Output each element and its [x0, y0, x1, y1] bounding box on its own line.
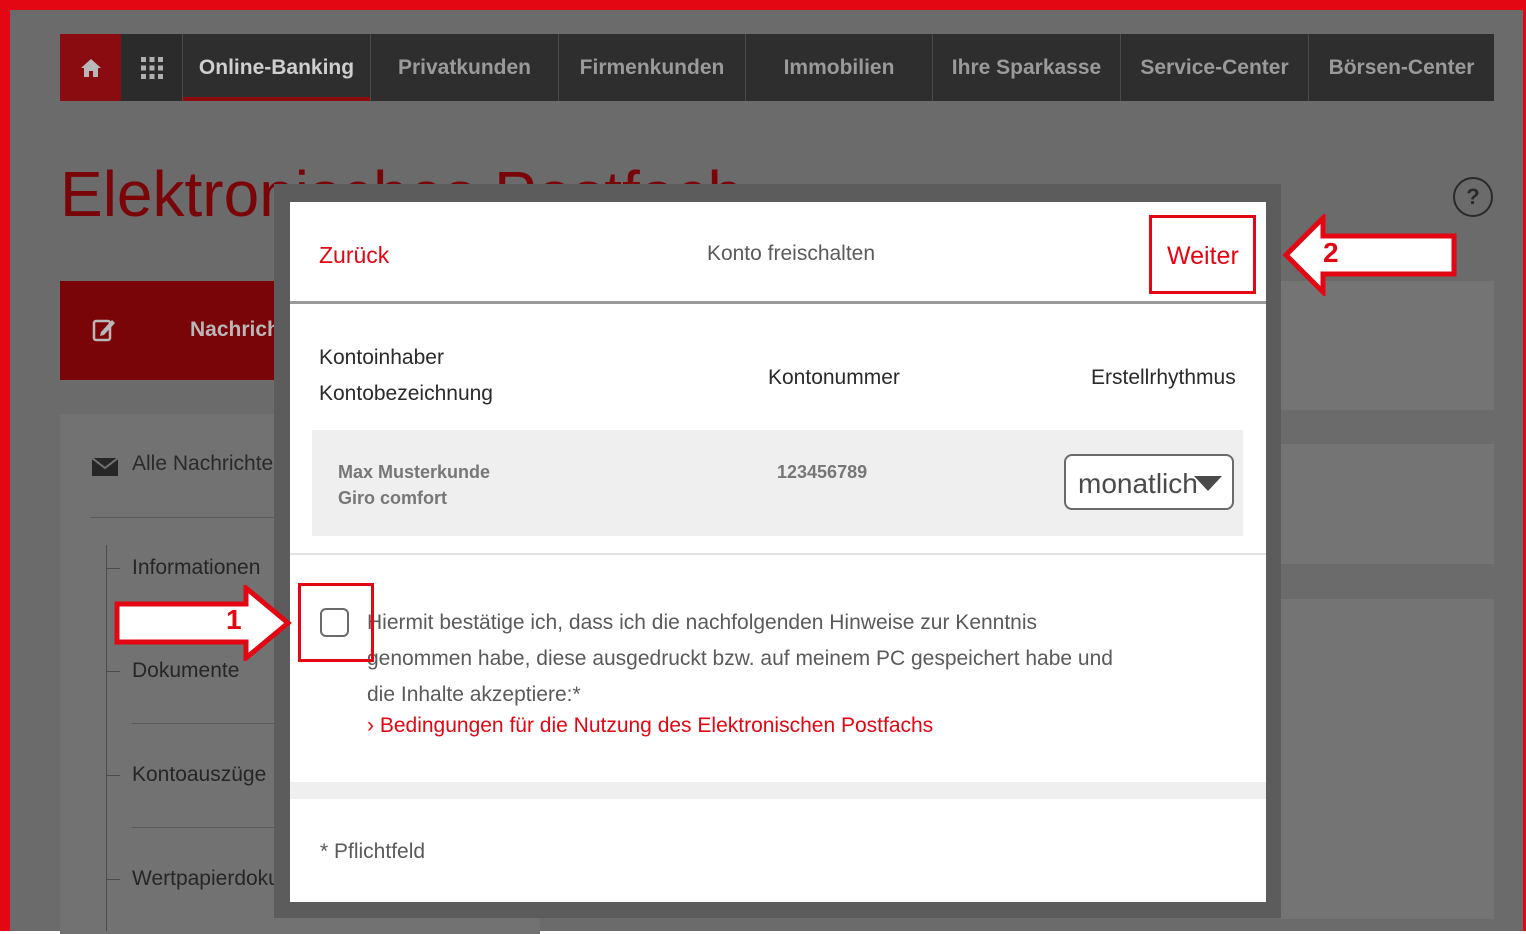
column-header-description: Kontobezeichnung [319, 382, 493, 405]
account-holder: Max Musterkunde [338, 462, 491, 482]
rhythm-select-value: monatlich [1078, 468, 1198, 499]
account-activation-dialog: Zurück Konto freischalten Weiter Kontoin… [290, 202, 1266, 902]
confirm-text: Hiermit bestätige ich, dass ich die nach… [367, 605, 1147, 713]
nav-immobilien[interactable]: Immobilien [745, 34, 932, 101]
annotation-step-2: 2 [1323, 237, 1339, 268]
arrow-right-icon [114, 585, 292, 661]
column-header-rhythm: Erstellrhythmus [1091, 366, 1236, 389]
account-row: Max Musterkunde Giro comfort 123456789 m… [312, 430, 1243, 536]
sidebar-item-label: Kontoauszüge [132, 763, 267, 786]
terms-link[interactable]: › Bedingungen für die Nutzung des Elektr… [367, 714, 933, 738]
nav-boersen-center[interactable]: Börsen-Center [1308, 34, 1494, 101]
compose-label: Nachricht [190, 318, 287, 341]
confirm-line: die Inhalte akzeptiere:* [367, 683, 581, 706]
annotation-step-1: 1 [226, 604, 242, 635]
sidebar-item-kontoauszuege[interactable]: Kontoauszüge [106, 763, 266, 787]
confirm-line: Hiermit bestätige ich, dass ich die nach… [367, 611, 1038, 634]
sidebar-item-label: Informationen [132, 556, 261, 579]
sidebar-item-label: Alle Nachrichten [132, 452, 285, 475]
dialog-title: Konto freischalten [706, 242, 876, 265]
content-panel [1280, 281, 1494, 410]
sidebar-item-dokumente[interactable]: Dokumente [106, 659, 239, 683]
highlight-box-checkbox [298, 583, 374, 662]
arrow-left-icon [1282, 214, 1457, 296]
account-holder-cell: Max Musterkunde Giro comfort [338, 459, 490, 511]
edit-icon [92, 319, 115, 342]
highlight-box-next [1149, 215, 1256, 294]
sidebar-item-wertpapierdokumente[interactable]: Wertpapierdokun [106, 867, 292, 891]
sidebar-item-label: Dokumente [132, 659, 240, 682]
home-icon [80, 58, 101, 77]
sidebar-item-label: Wertpapierdokun [132, 867, 292, 890]
home-button[interactable] [60, 34, 121, 101]
sidebar-item-informationen[interactable]: Informationen [106, 556, 260, 580]
nav-online-banking[interactable]: Online-Banking [182, 34, 370, 101]
dialog-header: Zurück Konto freischalten Weiter [290, 202, 1266, 304]
apps-menu-button[interactable] [121, 34, 183, 101]
nav-ihre-sparkasse[interactable]: Ihre Sparkasse [932, 34, 1120, 101]
caret-down-icon [1194, 476, 1222, 491]
content-panel [1280, 599, 1494, 919]
account-description: Giro comfort [338, 488, 448, 508]
account-number: 123456789 [777, 462, 868, 482]
grid-icon [140, 56, 163, 79]
top-navigation: Online-Banking Privatkunden Firmenkunden… [60, 34, 1494, 101]
section-separator [290, 782, 1266, 799]
divider [90, 517, 290, 518]
column-header-number: Kontonummer [768, 366, 900, 389]
help-icon[interactable]: ? [1453, 177, 1493, 217]
nav-service-center[interactable]: Service-Center [1120, 34, 1308, 101]
confirm-line: genommen habe, diese ausgedruckt bzw. au… [367, 647, 1113, 670]
divider [290, 553, 1266, 555]
rhythm-select[interactable]: monatlich [1064, 454, 1234, 510]
envelope-icon [92, 458, 118, 476]
compose-message-button[interactable]: Nachricht [60, 281, 310, 380]
nav-privatkunden[interactable]: Privatkunden [370, 34, 558, 101]
column-header-holder: Kontoinhaber [319, 346, 444, 369]
content-panel [1280, 444, 1494, 564]
nav-firmenkunden[interactable]: Firmenkunden [558, 34, 745, 101]
required-field-note: * Pflichtfeld [320, 840, 426, 863]
